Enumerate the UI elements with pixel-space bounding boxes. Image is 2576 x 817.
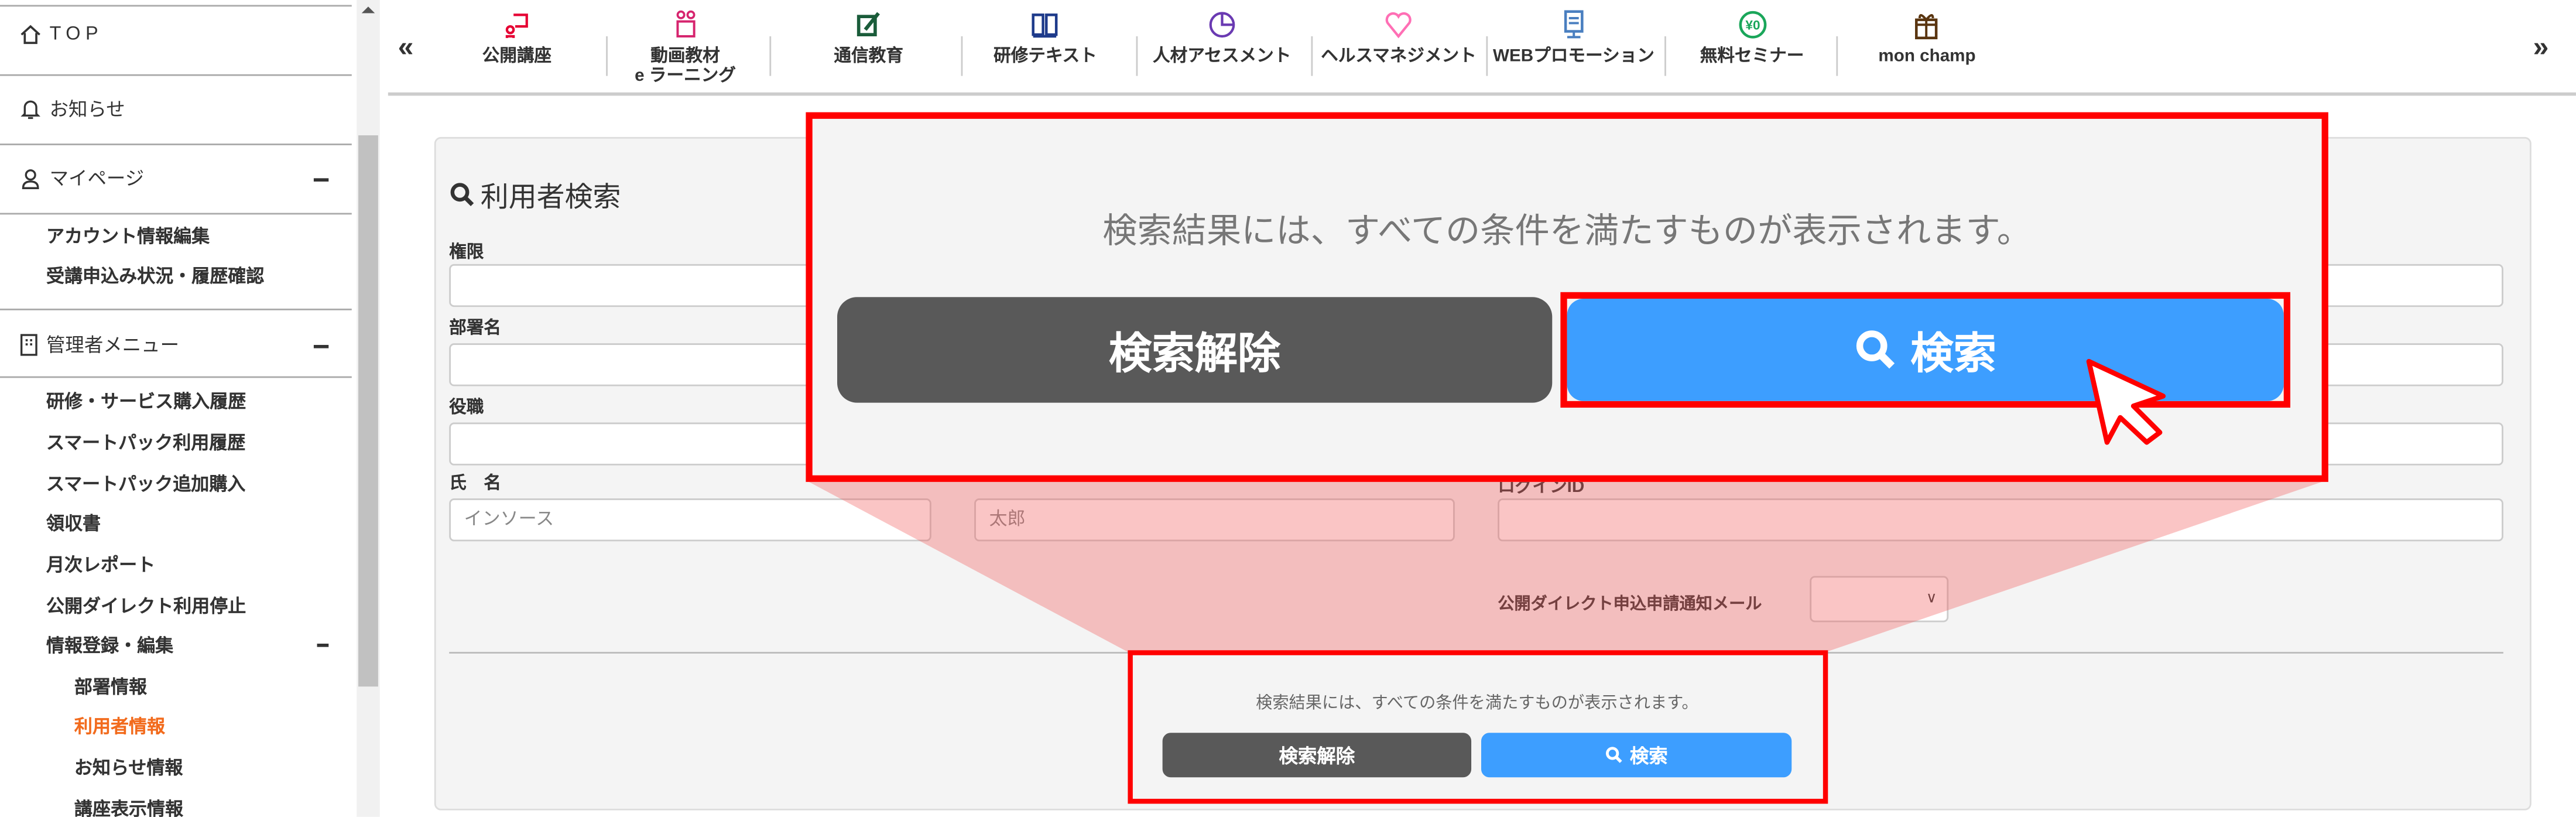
button-label: 検索: [1910, 327, 1996, 377]
search-icon: [1856, 330, 1895, 369]
callout-note: 検索結果には、すべての条件を満たすものが表示されます。: [1102, 213, 2032, 251]
highlight-box: [1128, 650, 1828, 804]
callout-clear-button: 検索解除: [837, 297, 1553, 403]
button-label: 検索解除: [1108, 327, 1281, 377]
cursor-arrow-icon: [2086, 358, 2166, 445]
